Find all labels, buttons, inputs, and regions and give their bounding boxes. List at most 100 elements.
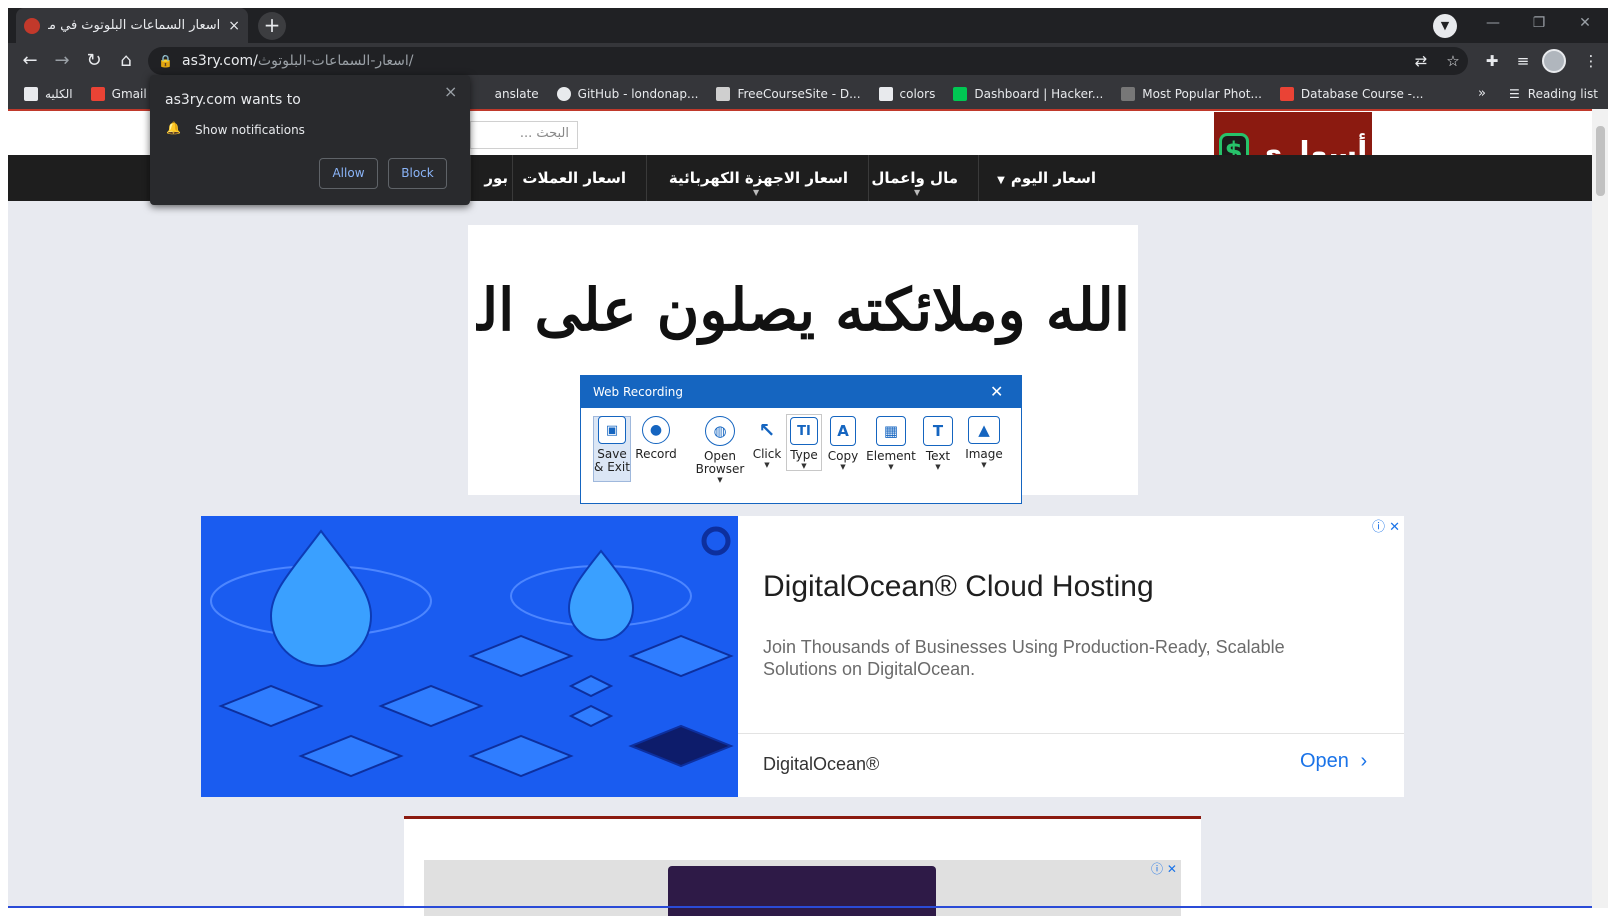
save-exit-button[interactable]: ▣ Save & Exit (594, 416, 630, 474)
gmail-icon (90, 87, 105, 101)
submenu-caret-icon: ▼ (753, 188, 760, 197)
dropdown-arrow-icon: ▼ (764, 461, 770, 469)
save-icon: ▣ (598, 416, 626, 444)
tab-close-icon[interactable]: × (228, 18, 240, 34)
ad-description[interactable]: Join Thousands of Businesses Using Produ… (763, 636, 1363, 680)
calligraphy-text: إن الله وملائكته يصلون على النبي (476, 276, 1130, 344)
bookmark-label: Database Course -... (1300, 87, 1424, 101)
restore-button[interactable]: ❐ (1516, 8, 1562, 38)
freecoursesite-icon (716, 87, 731, 101)
back-icon[interactable]: ← (16, 47, 44, 75)
click-button[interactable]: ↖ Click ▼ (750, 416, 784, 469)
bookmark-item[interactable]: الكليه (24, 87, 73, 101)
page-scrollbar[interactable] (1592, 109, 1608, 908)
forward-icon[interactable]: → (48, 47, 76, 75)
bookmark-item[interactable]: Database Course -... (1279, 87, 1424, 101)
extensions-icon[interactable]: ✚ (1479, 48, 1505, 74)
ad-title[interactable]: DigitalOcean® Cloud Hosting (763, 570, 1154, 604)
ad-open-label: Open (1300, 750, 1349, 772)
bookmark-item[interactable]: GitHub - londonap... (556, 87, 699, 101)
bell-icon: 🔔 (166, 121, 181, 135)
active-tab[interactable]: اسعار السماعات البلوتوث في مصر × (16, 8, 248, 43)
bookmark-item[interactable]: Gmail (90, 87, 147, 101)
tool-label: Image (965, 447, 1003, 461)
close-icon[interactable]: ✕ (990, 376, 1003, 408)
nav-item-currencies[interactable]: اسعار العملات (512, 155, 646, 201)
element-button[interactable]: ▦ Element ▼ (866, 416, 916, 471)
bookmark-label: Most Popular Phot... (1142, 87, 1262, 101)
dropdown-arrow-icon: ▼ (840, 463, 846, 471)
text-button[interactable]: T Text ▼ (920, 416, 956, 471)
tool-label: Click (752, 447, 782, 461)
new-tab-button[interactable]: + (258, 12, 286, 40)
bookmark-label: GitHub - londonap... (577, 87, 699, 101)
minimize-button[interactable]: — (1470, 8, 1516, 38)
open-browser-button[interactable]: ◍ Open Browser ▼ (692, 416, 748, 484)
address-bar[interactable]: 🔒 as3ry.com/اسعار-السماعات-البلوتوث/ (148, 47, 1468, 75)
bookmark-item[interactable]: FreeCourseSite - D... (716, 87, 861, 101)
url-path: اسعار-السماعات-البلوتوث/ (257, 53, 414, 69)
nav-item-today-prices[interactable]: اسعار اليوم ▼ (978, 155, 1116, 201)
close-icon[interactable]: × (444, 82, 457, 101)
ad-open-button[interactable]: Open › (1300, 750, 1367, 773)
dropdown-arrow-icon: ▼ (801, 462, 807, 470)
notification-text: Show notifications (195, 123, 305, 137)
translate-icon[interactable]: ⇄ (1408, 48, 1434, 74)
tool-label: Type (790, 448, 818, 462)
ad-choices-icon[interactable]: ⓘ ✕ (1151, 860, 1177, 877)
profile-avatar[interactable] (1542, 49, 1566, 73)
reading-list-button[interactable]: ☰ Reading list (1509, 79, 1598, 109)
bookmark-star-icon[interactable]: ☆ (1440, 48, 1466, 74)
dropdown-arrow-icon: ▼ (888, 463, 894, 471)
reload-icon[interactable]: ↻ (80, 47, 108, 75)
bookmark-item[interactable]: colors (878, 87, 935, 101)
chevron-right-icon: › (1360, 750, 1368, 772)
site-favicon-icon (24, 17, 40, 34)
ad-brand[interactable]: DigitalOcean® (763, 754, 879, 775)
bookmark-favicon-icon (24, 87, 38, 101)
allow-button[interactable]: Allow (319, 158, 378, 189)
cursor-icon: ↖ (753, 416, 781, 444)
nav-item-stock[interactable]: بور (470, 155, 512, 201)
bookmarks-overflow-icon[interactable]: » (1478, 79, 1486, 109)
copy-icon: A (830, 416, 856, 446)
tab-title: اسعار السماعات البلوتوث في مصر (48, 18, 221, 33)
dropdown-arrow-icon: ▼ (935, 463, 941, 471)
bookmark-item[interactable]: anslate (495, 87, 539, 101)
block-button[interactable]: Block (388, 158, 447, 189)
close-window-button[interactable]: ✕ (1562, 8, 1608, 38)
bookmark-item[interactable]: Dashboard | Hacker... (953, 87, 1103, 101)
lock-icon[interactable]: 🔒 (158, 47, 173, 75)
ad-choices-icon[interactable]: ⓘ ✕ (1372, 516, 1400, 535)
secondary-ad-creative[interactable] (668, 866, 936, 916)
image-button[interactable]: ▲ Image ▼ (962, 416, 1006, 469)
copy-button[interactable]: A Copy ▼ (826, 416, 860, 471)
tool-label: Open Browser (695, 449, 745, 476)
ad-divider (738, 733, 1404, 734)
site-search-input[interactable]: البحث ... (470, 121, 578, 149)
tab-strip (8, 8, 1608, 43)
notification-title: as3ry.com wants to (165, 92, 301, 108)
scrollbar-thumb[interactable] (1596, 126, 1605, 196)
nav-item-business[interactable]: مال واعمال (868, 155, 978, 201)
web-recording-title: Web Recording (581, 376, 1021, 408)
home-icon[interactable]: ⌂ (112, 47, 140, 75)
element-icon: ▦ (876, 416, 906, 446)
bookmark-item[interactable]: Most Popular Phot... (1121, 87, 1262, 101)
hackerrank-icon (953, 87, 968, 101)
tool-label: Text (925, 449, 951, 463)
ad-illustration[interactable] (201, 516, 738, 797)
media-control-icon[interactable]: ≡ (1510, 48, 1536, 74)
tool-label: Record (635, 447, 677, 461)
bookmark-label: Gmail (111, 87, 147, 101)
record-button[interactable]: ● Record (635, 416, 677, 461)
globe-icon: ◍ (705, 416, 735, 446)
text-icon: T (923, 416, 953, 446)
nav-label: اسعار اليوم (1010, 169, 1096, 187)
type-button[interactable]: TI Type ▼ (786, 414, 822, 471)
url-host: as3ry.com/ (182, 53, 258, 69)
droplet-illustration-icon (210, 526, 734, 778)
menu-icon[interactable]: ⋮ (1578, 48, 1604, 74)
bookmark-label: FreeCourseSite - D... (737, 87, 861, 101)
tab-search-icon[interactable]: ▼ (1433, 14, 1457, 38)
